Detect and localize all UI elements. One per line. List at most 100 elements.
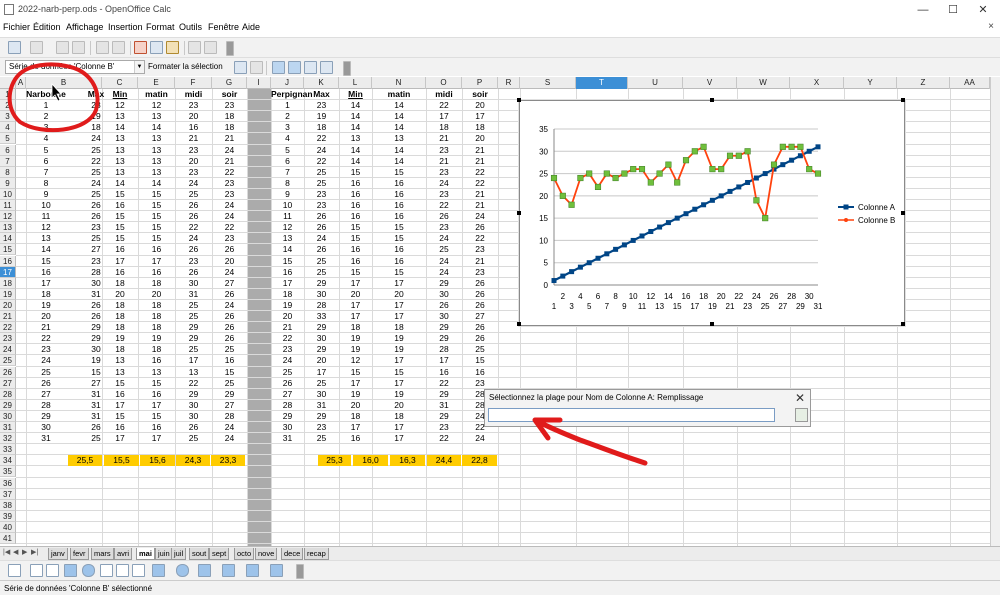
column-title[interactable]: soir: [462, 89, 498, 100]
column-header-f[interactable]: F: [175, 77, 212, 89]
average-cell[interactable]: 16,0: [353, 455, 388, 467]
table-cell[interactable]: 20: [175, 111, 212, 122]
average-cell[interactable]: 24,3: [176, 455, 210, 467]
table-cell[interactable]: 15: [339, 233, 372, 244]
table-cell[interactable]: 26: [175, 422, 212, 433]
row-header[interactable]: 11: [0, 200, 16, 212]
table-cell[interactable]: 18: [271, 289, 304, 300]
table-cell[interactable]: 23: [462, 267, 498, 278]
table-cell[interactable]: 17: [339, 278, 372, 289]
table-cell[interactable]: 18: [102, 322, 138, 333]
table-cell[interactable]: 1: [26, 100, 66, 111]
table-cell[interactable]: 12: [138, 100, 175, 111]
range-input[interactable]: [488, 408, 775, 422]
prev-sheet-icon[interactable]: ◀: [13, 548, 18, 556]
table-cell[interactable]: 17: [426, 355, 462, 366]
table-cell[interactable]: 13: [138, 156, 175, 167]
table-cell[interactable]: 33: [304, 311, 339, 322]
table-cell[interactable]: 13: [138, 367, 175, 378]
selection-handle[interactable]: [517, 322, 521, 326]
table-cell[interactable]: 24: [175, 178, 212, 189]
row-header[interactable]: 17: [0, 266, 16, 278]
table-cell[interactable]: 25: [304, 178, 339, 189]
table-cell[interactable]: 24: [175, 233, 212, 244]
table-cell[interactable]: 13: [26, 233, 66, 244]
table-cell[interactable]: 22: [426, 433, 462, 444]
ellipse-icon[interactable]: [82, 564, 95, 577]
column-header-i[interactable]: I: [247, 77, 271, 89]
selection-handle[interactable]: [517, 98, 521, 102]
table-cell[interactable]: 23: [175, 167, 212, 178]
row-header[interactable]: 2: [0, 100, 16, 112]
table-cell[interactable]: 15: [372, 367, 426, 378]
column-title[interactable]: midi: [175, 89, 212, 100]
table-cell[interactable]: 20: [304, 355, 339, 366]
table-cell[interactable]: 24: [212, 300, 247, 311]
selection-handle[interactable]: [901, 211, 905, 215]
table-cell[interactable]: 26: [271, 378, 304, 389]
column-title[interactable]: Perpignan: [271, 89, 313, 100]
table-cell[interactable]: 22: [426, 378, 462, 389]
sheet-tab-dece[interactable]: dece: [281, 548, 304, 560]
table-cell[interactable]: 14: [138, 122, 175, 133]
table-cell[interactable]: 16: [339, 211, 372, 222]
table-cell[interactable]: 26: [175, 244, 212, 255]
table-cell[interactable]: 18: [339, 322, 372, 333]
row-header[interactable]: 37: [0, 488, 16, 500]
table-cell[interactable]: 29: [304, 411, 339, 422]
column-header-r[interactable]: R: [498, 77, 520, 89]
table-cell[interactable]: 19: [339, 344, 372, 355]
row-header[interactable]: 27: [0, 377, 16, 389]
table-cell[interactable]: 16: [372, 211, 426, 222]
table-cell[interactable]: 21: [462, 145, 498, 156]
undo-icon[interactable]: [188, 41, 201, 54]
column-header-x[interactable]: X: [790, 77, 844, 89]
table-cell[interactable]: 17: [138, 433, 175, 444]
table-cell[interactable]: 16: [339, 189, 372, 200]
table-cell[interactable]: 14: [339, 111, 372, 122]
table-cell[interactable]: 16: [372, 178, 426, 189]
table-cell[interactable]: 15: [212, 367, 247, 378]
first-sheet-icon[interactable]: |◀: [3, 548, 10, 556]
row-header[interactable]: 19: [0, 288, 16, 300]
table-cell[interactable]: 26: [462, 289, 498, 300]
table-cell[interactable]: 30: [304, 389, 339, 400]
table-cell[interactable]: 25: [304, 378, 339, 389]
table-cell[interactable]: 30: [426, 289, 462, 300]
sheet-tab-avri[interactable]: avri: [114, 548, 133, 560]
row-header[interactable]: 1: [0, 89, 16, 101]
rectangle-icon[interactable]: [64, 564, 77, 577]
average-cell[interactable]: 23,3: [211, 455, 245, 467]
table-cell[interactable]: 22: [212, 222, 247, 233]
table-cell[interactable]: 14: [102, 122, 138, 133]
open-icon[interactable]: [30, 41, 43, 54]
table-cell[interactable]: 23: [304, 200, 339, 211]
table-cell[interactable]: 15: [462, 355, 498, 366]
selection-handle[interactable]: [901, 98, 905, 102]
column-header-o[interactable]: O: [426, 77, 462, 89]
table-cell[interactable]: 16: [138, 244, 175, 255]
table-cell[interactable]: 26: [212, 322, 247, 333]
column-header-n[interactable]: N: [372, 77, 426, 89]
table-cell[interactable]: 28: [271, 400, 304, 411]
table-cell[interactable]: 22: [462, 233, 498, 244]
table-cell[interactable]: 17: [339, 311, 372, 322]
sheet-tab-nove[interactable]: nove: [255, 548, 278, 560]
table-cell[interactable]: 17: [372, 355, 426, 366]
callout-icon[interactable]: [132, 564, 145, 577]
row-header[interactable]: 4: [0, 122, 16, 134]
table-cell[interactable]: 17: [175, 355, 212, 366]
table-cell[interactable]: 29: [426, 322, 462, 333]
table-cell[interactable]: 14: [339, 122, 372, 133]
table-cell[interactable]: 21: [271, 322, 304, 333]
table-cell[interactable]: 19: [372, 344, 426, 355]
table-cell[interactable]: 17: [462, 111, 498, 122]
table-cell[interactable]: 23: [304, 100, 339, 111]
table-cell[interactable]: 21: [462, 156, 498, 167]
table-cell[interactable]: 18: [102, 300, 138, 311]
table-cell[interactable]: 29: [426, 333, 462, 344]
table-cell[interactable]: 17: [426, 111, 462, 122]
select-all-corner[interactable]: [0, 77, 16, 89]
table-cell[interactable]: 20: [462, 100, 498, 111]
table-cell[interactable]: 17: [271, 278, 304, 289]
